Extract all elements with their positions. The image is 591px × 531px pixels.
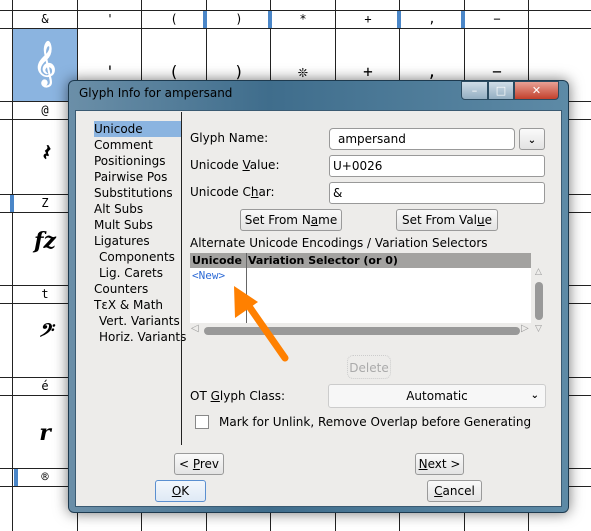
annotation-arrow (234, 286, 289, 362)
arrow-shaft (242, 298, 289, 362)
